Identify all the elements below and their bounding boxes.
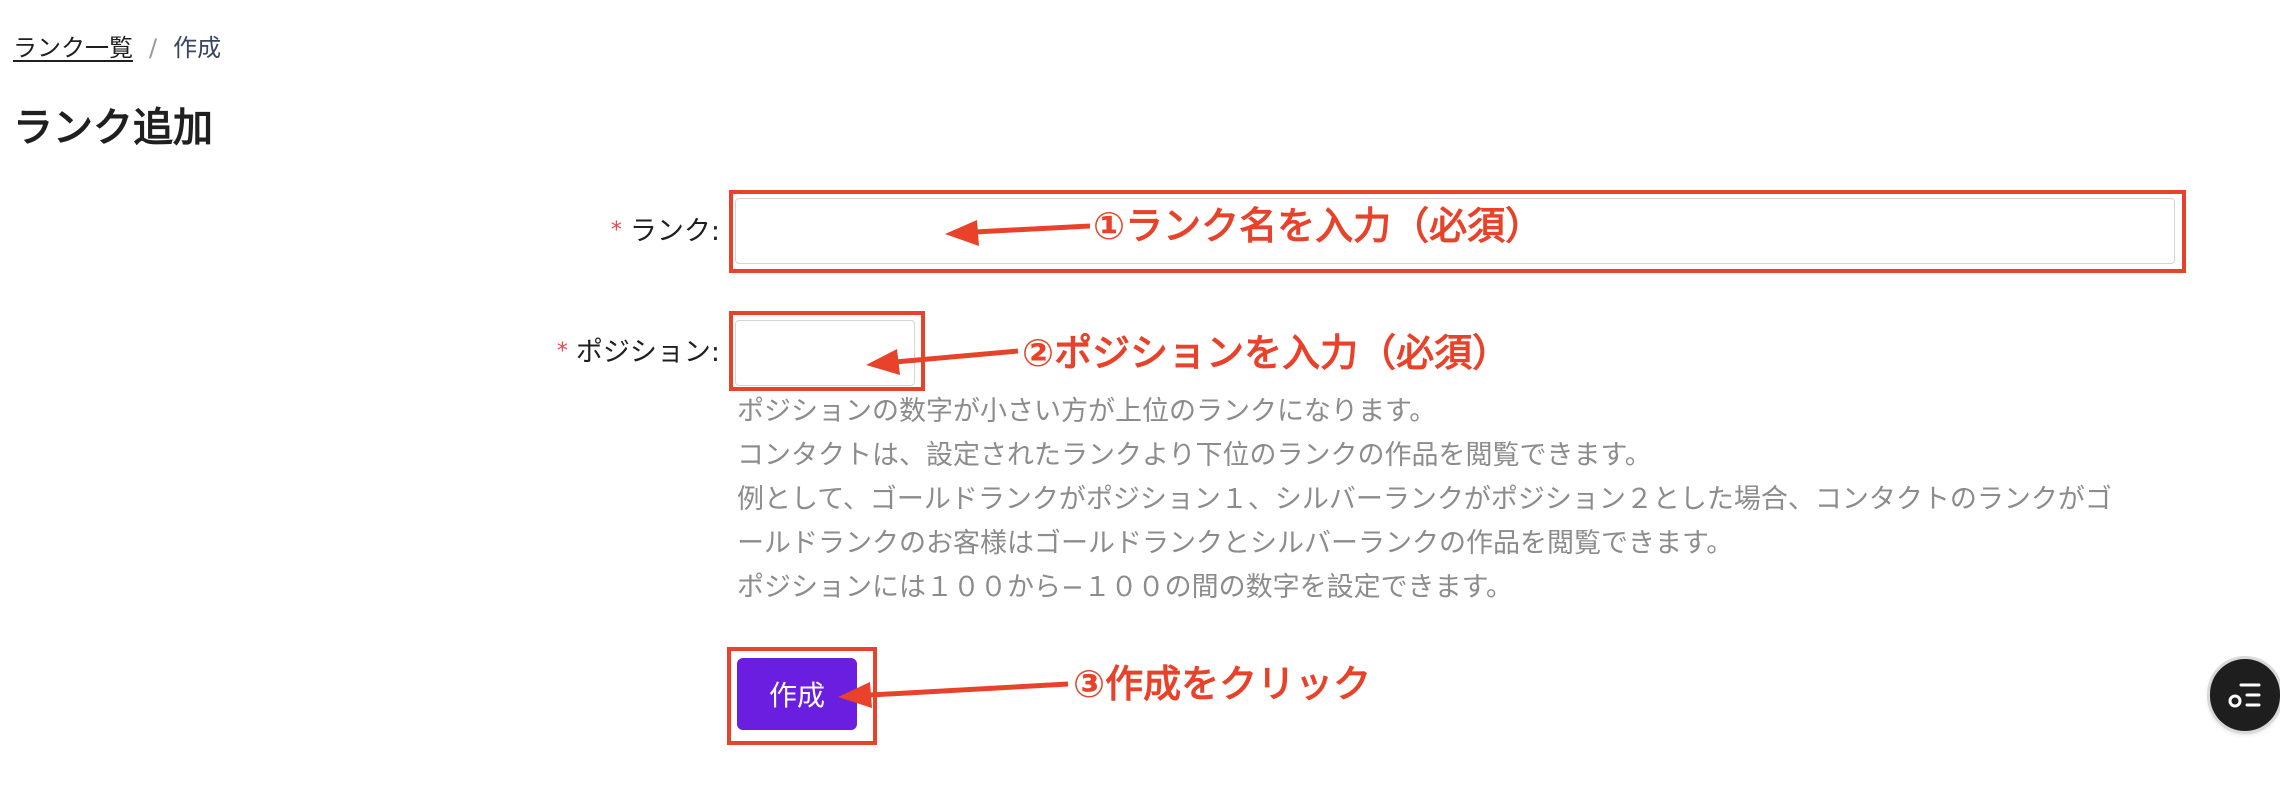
floating-menu-button[interactable] bbox=[2210, 659, 2280, 731]
required-mark: * bbox=[610, 218, 622, 243]
position-label-text: ポジション: bbox=[575, 337, 720, 368]
arrow-3-line bbox=[869, 681, 1069, 698]
breadcrumb-current: 作成 bbox=[173, 34, 222, 62]
help-line: ポジションには１００から−１００の間の数字を設定できます。 bbox=[737, 572, 1513, 603]
help-line: ールドランクのお客様はゴールドランクとシルバーランクの作品を閲覧できます。 bbox=[737, 528, 1734, 559]
help-line: コンタクトは、設定されたランクより下位のランクの作品を閲覧できます。 bbox=[737, 440, 1652, 471]
breadcrumb-separator: / bbox=[149, 34, 158, 62]
breadcrumb-rank-list-link[interactable]: ランク一覧 bbox=[13, 34, 133, 62]
help-line: 例として、ゴールドランクがポジション１、シルバーランクがポジション２とした場合、… bbox=[737, 484, 2112, 515]
breadcrumb: ランク一覧 / 作成 bbox=[13, 30, 221, 66]
position-input[interactable] bbox=[735, 320, 915, 386]
rank-label: * ランク: bbox=[611, 212, 720, 254]
list-menu-icon bbox=[2228, 683, 2261, 708]
page-title: ランク追加 bbox=[13, 105, 213, 151]
annotation-step-2: ②ポジションを入力（必須） bbox=[1022, 331, 1511, 375]
position-help-text: ポジションの数字が小さい方が上位のランクになります。 コンタクトは、設定されたラ… bbox=[737, 390, 2177, 610]
rank-label-text: ランク: bbox=[629, 216, 720, 247]
position-label: * ポジション: bbox=[557, 333, 720, 375]
help-line: ポジションの数字が小さい方が上位のランクになります。 bbox=[737, 396, 1437, 427]
create-button[interactable]: 作成 bbox=[737, 658, 857, 730]
required-mark: * bbox=[556, 339, 568, 364]
annotation-step-1: ①ランク名を入力（必須） bbox=[1093, 204, 1544, 248]
annotation-step-3: ③作成をクリック bbox=[1073, 662, 1372, 706]
